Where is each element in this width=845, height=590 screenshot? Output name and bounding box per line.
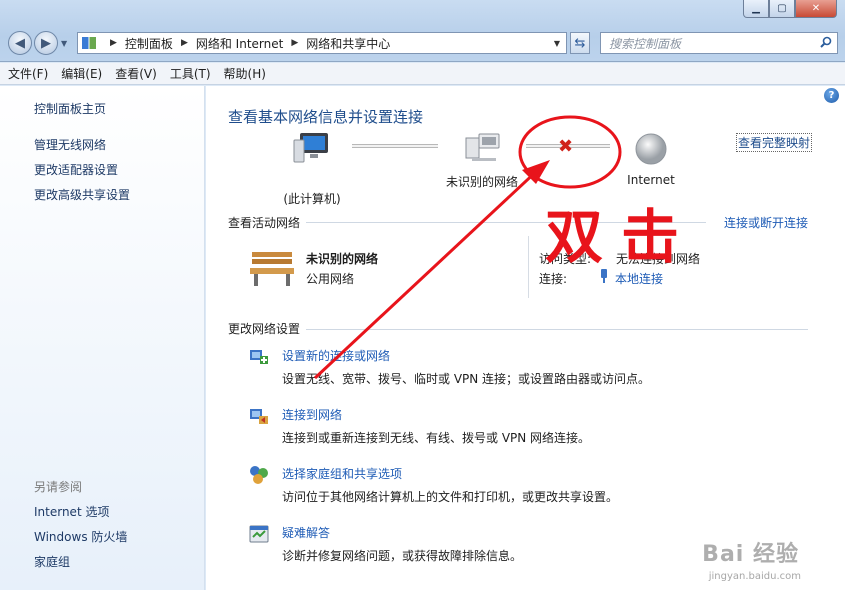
sidebar-internet-options[interactable]: Internet 选项	[34, 503, 109, 520]
disconnected-x-icon[interactable]: ✖	[558, 136, 573, 157]
page-title: 查看基本网络信息并设置连接	[228, 108, 424, 126]
search-icon[interactable]	[820, 36, 832, 48]
homegroup-sharing-desc: 访问位于其他网络计算机上的文件和打印机，或更改共享设置。	[282, 490, 619, 504]
setup-new-connection-desc: 设置无线、宽带、拨号、临时或 VPN 连接；或设置路由器或访问点。	[282, 372, 651, 386]
menu-view[interactable]: 查看(V)	[115, 65, 157, 82]
breadcrumb-separator[interactable]: ▶	[110, 38, 117, 48]
map-link-computer-network	[352, 144, 438, 148]
breadcrumb-separator[interactable]: ▶	[291, 38, 298, 48]
breadcrumb-control-panel[interactable]: 控制面板	[125, 35, 173, 52]
control-panel-icon	[82, 37, 96, 49]
sidebar-advanced-sharing[interactable]: 更改高级共享设置	[34, 186, 130, 203]
setup-new-connection-link[interactable]: 设置新的连接或网络	[282, 347, 390, 364]
title-bar: ▁ ▢ ✕ ◀ ▶ ▼ ▶ 控制面板 ▶ 网络和 Internet ▶ 网络和共…	[0, 0, 845, 62]
sidebar-homegroup[interactable]: 家庭组	[34, 553, 70, 570]
troubleshoot-icon	[249, 525, 269, 543]
internet-globe-icon[interactable]	[634, 132, 668, 166]
window-controls: ▁ ▢ ✕	[743, 0, 837, 18]
homegroup-sharing-link[interactable]: 选择家庭组和共享选项	[282, 465, 402, 482]
menu-help[interactable]: 帮助(H)	[224, 65, 266, 82]
breadcrumb-network-internet[interactable]: 网络和 Internet	[196, 35, 283, 52]
troubleshoot-desc: 诊断并修复网络问题，或获得故障排除信息。	[282, 549, 523, 563]
forward-arrow-icon: ▶	[41, 35, 51, 51]
sidebar-change-adapter[interactable]: 更改适配器设置	[34, 161, 118, 178]
refresh-icon: ⇆	[574, 35, 586, 51]
close-button[interactable]: ✕	[795, 0, 837, 18]
public-network-bench-icon	[250, 252, 294, 286]
view-full-map-link[interactable]: 查看完整映射	[736, 133, 813, 152]
network-icon[interactable]	[462, 130, 502, 164]
active-network-name: 未识别的网络	[306, 252, 379, 266]
map-label-computer: (此计算机)	[283, 192, 341, 206]
sidebar-control-panel-home[interactable]: 控制面板主页	[34, 100, 106, 117]
menu-bar: 文件(F) 编辑(E) 查看(V) 工具(T) 帮助(H)	[0, 63, 845, 85]
navigation-buttons: ◀ ▶ ▼	[8, 31, 67, 55]
connect-to-network-desc: 连接到或重新连接到无线、有线、拨号或 VPN 网络连接。	[282, 431, 591, 445]
connect-network-icon	[250, 409, 268, 424]
sidebar: 控制面板主页 管理无线网络 更改适配器设置 更改高级共享设置 另请参阅 Inte…	[0, 86, 205, 590]
back-arrow-icon: ◀	[15, 35, 25, 51]
maximize-button[interactable]: ▢	[769, 0, 795, 18]
minimize-button[interactable]: ▁	[743, 0, 769, 18]
homegroup-icon	[250, 466, 268, 484]
refresh-button[interactable]: ⇆	[570, 32, 590, 54]
baidu-watermark-url: jingyan.baidu.com	[708, 571, 801, 582]
annotation-text: 双击	[545, 203, 698, 271]
active-networks-heading: 查看活动网络	[228, 216, 301, 230]
map-label-internet: Internet	[627, 173, 675, 187]
back-button[interactable]: ◀	[8, 31, 32, 55]
search-placeholder: 搜索控制面板	[609, 36, 682, 51]
active-network-type[interactable]: 公用网络	[306, 270, 354, 287]
help-icon[interactable]: ?	[824, 88, 839, 103]
main-content: ? 查看基本网络信息并设置连接 ✖ 查看完整映射 (此计算机) 未识别的网络 I…	[206, 86, 845, 590]
sidebar-see-also-heading: 另请参阅	[34, 480, 83, 494]
vertical-divider	[528, 236, 529, 298]
breadcrumb-separator[interactable]: ▶	[181, 38, 188, 48]
connect-disconnect-link[interactable]: 连接或断开连接	[724, 214, 808, 231]
computer-icon[interactable]	[292, 130, 330, 164]
connect-to-network-link[interactable]: 连接到网络	[282, 406, 342, 423]
sidebar-manage-wireless[interactable]: 管理无线网络	[34, 136, 106, 153]
menu-file[interactable]: 文件(F)	[8, 65, 48, 82]
address-dropdown[interactable]: ▼	[554, 39, 560, 48]
forward-button[interactable]: ▶	[34, 31, 58, 55]
troubleshoot-link[interactable]: 疑难解答	[282, 524, 330, 541]
search-input[interactable]: 搜索控制面板	[600, 32, 838, 54]
menu-edit[interactable]: 编辑(E)	[61, 65, 102, 82]
map-label-network: 未识别的网络	[445, 175, 518, 189]
breadcrumb-network-sharing-center[interactable]: 网络和共享中心	[306, 35, 390, 52]
section-divider	[306, 329, 808, 330]
baidu-watermark: Bai 经验	[702, 542, 799, 567]
change-settings-heading: 更改网络设置	[228, 322, 301, 336]
new-connection-icon	[250, 350, 268, 364]
sidebar-windows-firewall[interactable]: Windows 防火墙	[34, 528, 127, 545]
address-bar[interactable]: ▶ 控制面板 ▶ 网络和 Internet ▶ 网络和共享中心 ▼	[77, 32, 567, 54]
recent-pages-dropdown[interactable]: ▼	[61, 39, 67, 48]
menu-tools[interactable]: 工具(T)	[170, 65, 211, 82]
